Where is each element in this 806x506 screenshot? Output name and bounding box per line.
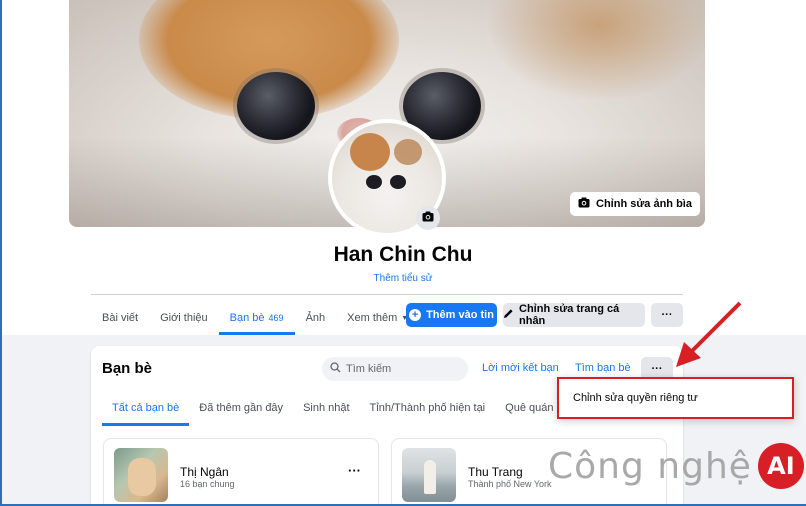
- annotation-arrow-icon: [676, 301, 742, 367]
- watermark-text: Công nghệ: [548, 445, 752, 487]
- watermark-badge: AI: [757, 443, 804, 489]
- watermark: Công nghệ AI: [548, 443, 804, 489]
